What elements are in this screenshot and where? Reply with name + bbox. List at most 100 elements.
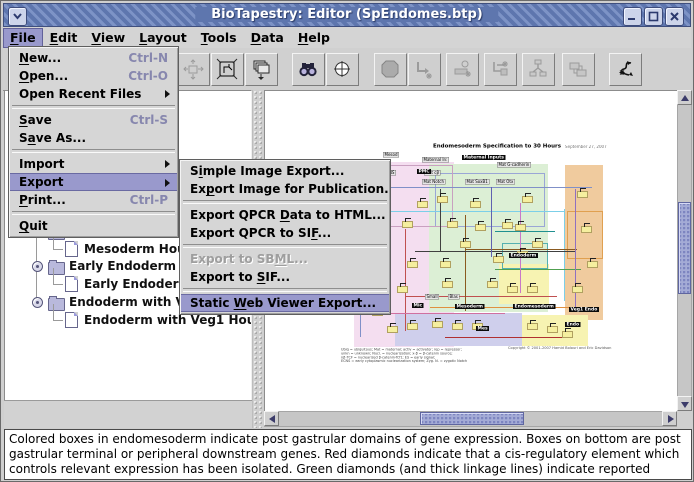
submenu-arrow-icon <box>165 179 170 187</box>
diagram-gene <box>515 221 526 231</box>
diagram-gene <box>397 283 408 293</box>
arrow-up-icon <box>681 95 689 101</box>
menu-item-export[interactable]: Export <box>10 173 177 191</box>
mnemonic-underline: S <box>256 270 266 284</box>
menu-item-quit[interactable]: Quit <box>10 217 177 235</box>
scroll-up-button[interactable] <box>677 90 692 105</box>
mnemonic-underline: E <box>49 30 59 45</box>
diagram-input-box: Mat Otx <box>496 179 515 185</box>
menu-separator <box>12 149 175 153</box>
menu-item-static-web-viewer-export[interactable]: Static Web Viewer Export... <box>181 294 389 312</box>
menu-item-print[interactable]: Print... Ctrl-P <box>10 191 177 209</box>
menu-item-save-as[interactable]: Save As... <box>10 129 177 147</box>
mnemonic-underline: T <box>200 30 208 45</box>
menu-item-import[interactable]: Import <box>10 155 177 173</box>
diagram-input-box: Maternal In: <box>422 157 449 163</box>
menu-item-save[interactable]: Save Ctrl-S <box>10 111 177 129</box>
diagram-territory-label: Mes <box>476 326 490 331</box>
mnemonic-underline: N <box>19 51 30 65</box>
diagram-gene <box>527 283 538 293</box>
cancel-add-button[interactable] <box>374 53 407 86</box>
add-gene-button[interactable] <box>446 53 479 86</box>
submenu-arrow-icon <box>165 160 170 168</box>
zoom-center-button[interactable] <box>177 53 210 86</box>
diagram-link <box>495 269 581 270</box>
diagram-link <box>491 187 492 257</box>
diagram-gene <box>437 193 448 203</box>
menu-item-export-qpcr-to-sif[interactable]: Export QPCR to SIF... <box>181 224 389 242</box>
diagram-input-box: Mesod <box>383 152 399 158</box>
add-node-button[interactable] <box>484 53 517 86</box>
diagram-title: Endomesoderm Specification to 30 Hours <box>433 143 562 150</box>
diagram-link <box>465 215 466 311</box>
diagram-gene <box>470 198 481 208</box>
draw-link-button[interactable] <box>609 53 642 86</box>
diagram-link <box>430 307 580 308</box>
minimize-button[interactable] <box>623 7 642 26</box>
tree-item-label: Endoderm with Veg1 Hourly <box>84 313 251 327</box>
search-button[interactable] <box>292 53 325 86</box>
menu-item-export-to-sbml[interactable]: Export to SBML... <box>181 250 389 268</box>
menu-data[interactable]: Data <box>244 28 291 48</box>
menu-tools[interactable]: Tools <box>194 28 244 48</box>
zoom-to-model-button[interactable] <box>211 53 244 86</box>
menu-item-export-to-sif[interactable]: Export to SIF... <box>181 268 389 286</box>
diagram-input-box: Mat SoxB1 <box>465 179 490 185</box>
menu-item-export-qpcr-data-to-html[interactable]: Export QPCR Data to HTML... <box>181 206 389 224</box>
tree-panel-footer <box>4 400 252 428</box>
horizontal-scrollbar[interactable] <box>264 411 677 427</box>
zoom-stack-icon <box>253 60 270 80</box>
vertical-scroll-thumb[interactable] <box>678 202 691 294</box>
scroll-left-button[interactable] <box>264 411 279 426</box>
diagram-gene <box>440 258 451 268</box>
menu-separator <box>183 288 387 292</box>
add-network-button[interactable] <box>522 53 555 86</box>
add-overlay-button[interactable] <box>562 53 595 86</box>
mnemonic-underline: p <box>205 182 215 196</box>
diagram-gene <box>587 258 598 268</box>
scroll-right-button[interactable] <box>662 411 677 426</box>
diagram-gene <box>432 318 443 328</box>
menu-view[interactable]: View <box>84 28 132 48</box>
menu-help[interactable]: Help <box>291 28 337 48</box>
message-line: controls relevant expression has been is… <box>9 462 651 476</box>
zoom-all-models-button[interactable] <box>245 53 278 86</box>
horizontal-scroll-thumb[interactable] <box>420 412 524 425</box>
mnemonic-underline: D <box>279 208 290 222</box>
message-line: gastrular terminal or peripheral downstr… <box>9 447 680 461</box>
diagram-link <box>385 313 505 314</box>
arrow-right-icon <box>668 415 674 423</box>
menu-item-simple-image-export[interactable]: Simple Image Export... <box>181 162 389 180</box>
menu-item-open-recent-files[interactable]: Open Recent Files <box>10 85 177 103</box>
menu-item-export-image-for-publication[interactable]: Export Image for Publication... <box>181 180 389 198</box>
diagram-gene <box>452 320 463 330</box>
diagram-link <box>495 231 555 232</box>
diagram-gene <box>493 253 504 263</box>
window-menu-button[interactable] <box>8 7 27 26</box>
chevron-down-icon <box>13 13 22 20</box>
diagram-gene <box>547 323 558 333</box>
vertical-scrollbar[interactable] <box>677 90 692 411</box>
menu-edit[interactable]: Edit <box>43 28 85 48</box>
diagram-input-box: Mat Notch <box>422 179 446 185</box>
diagram-gene <box>502 219 513 229</box>
maximize-button[interactable] <box>644 7 663 26</box>
diagram-territory-label: Veg1 Endo <box>569 307 599 312</box>
center-on-target-button[interactable] <box>326 53 359 86</box>
mnemonic-underline: F <box>10 30 19 45</box>
menu-layout[interactable]: Layout <box>132 28 194 48</box>
diagram-gene <box>387 323 398 333</box>
mnemonic-underline: P <box>19 193 28 207</box>
diagram-gene <box>572 283 583 293</box>
menu-file[interactable]: File <box>3 28 43 48</box>
menu-item-open[interactable]: Open... Ctrl-O <box>10 67 177 85</box>
tree-expand-handle[interactable] <box>32 261 43 272</box>
diagram-input-box: Blas <box>448 294 460 300</box>
tree-expand-handle[interactable] <box>32 297 43 308</box>
diagram-gene <box>407 320 418 330</box>
mnemonic-underline: a <box>27 131 36 145</box>
scroll-down-button[interactable] <box>677 396 692 411</box>
add-link-button[interactable] <box>408 53 441 86</box>
close-button[interactable] <box>665 7 684 26</box>
menu-item-new[interactable]: New... Ctrl-N <box>10 49 177 67</box>
